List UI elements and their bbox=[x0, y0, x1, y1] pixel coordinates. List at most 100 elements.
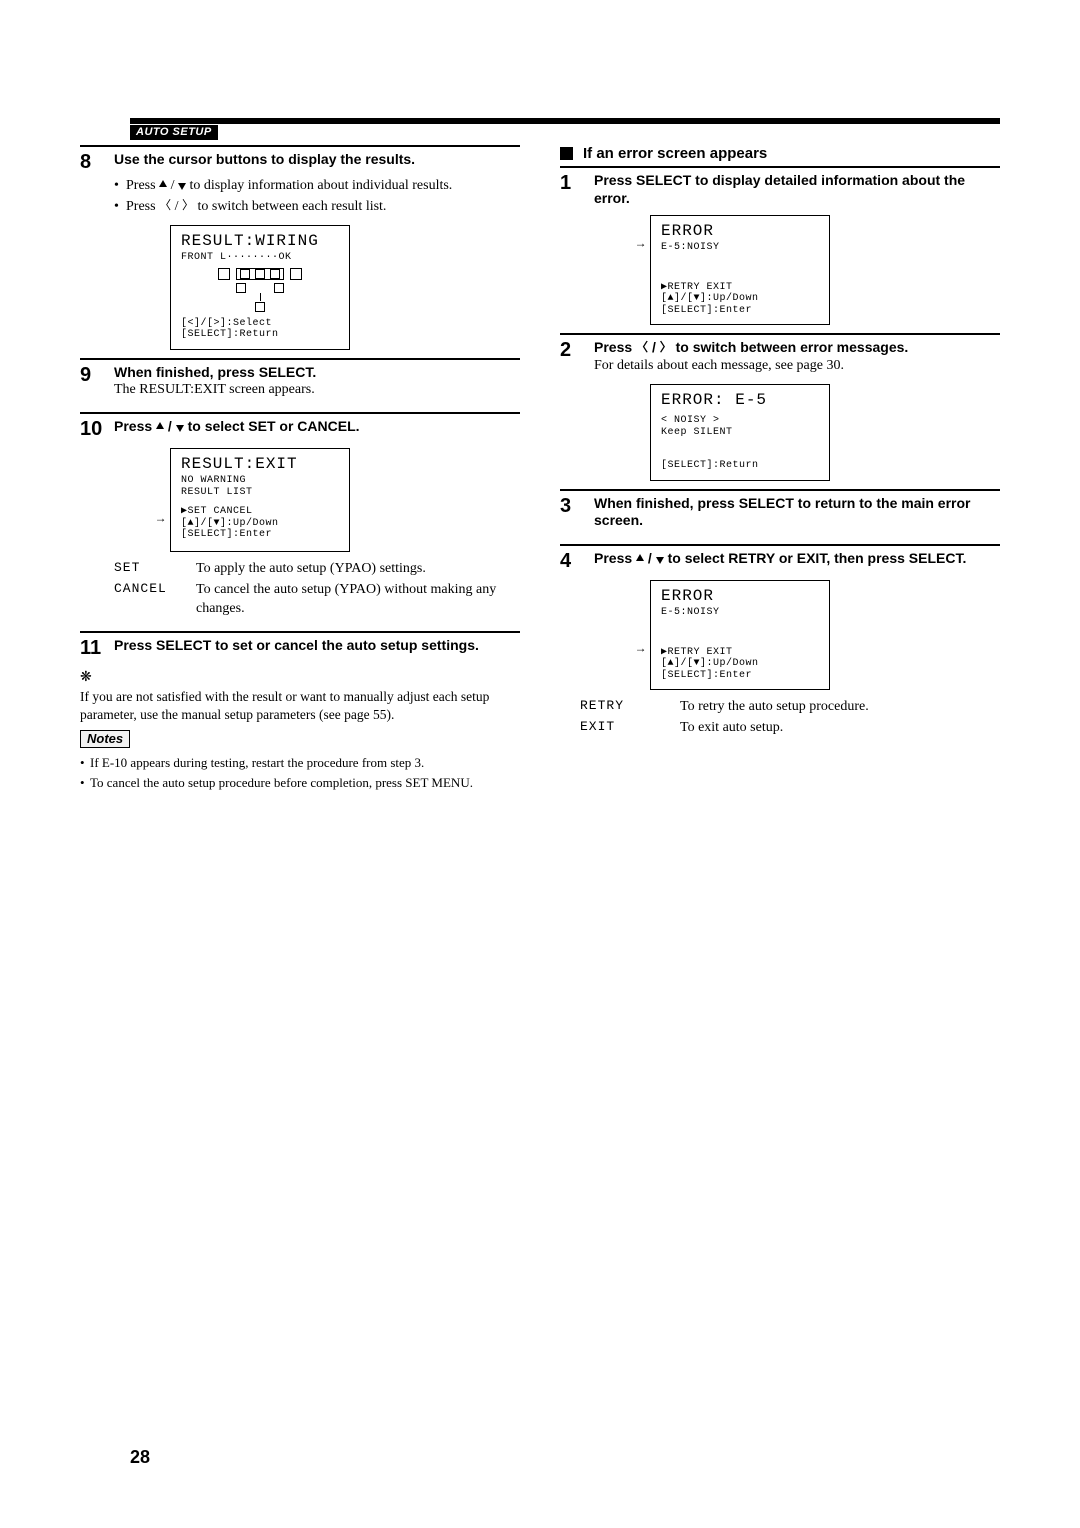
text: to select RETRY or EXIT, then press SELE… bbox=[664, 550, 967, 566]
screen-line: Keep SILENT bbox=[661, 427, 819, 439]
step-9: 9 When finished, press SELECT. The RESUL… bbox=[80, 364, 520, 400]
text: Press bbox=[114, 418, 156, 434]
step-rule bbox=[80, 631, 520, 633]
screen-footer: [SELECT]:Enter bbox=[181, 529, 339, 541]
step-title: Press / to select RETRY or EXIT, then pr… bbox=[594, 550, 966, 568]
page: AUTO SETUP 8 Use the cursor buttons to d… bbox=[0, 0, 1080, 1528]
pointer-arrow-icon: → bbox=[157, 513, 165, 527]
speaker-icon bbox=[274, 283, 284, 293]
speaker-icon bbox=[270, 269, 280, 279]
hint-text: If you are not satisfied with the result… bbox=[80, 688, 520, 724]
list-item: Press 〈 / 〉 to switch between each resul… bbox=[114, 198, 520, 217]
screen-result-exit: RESULT:EXIT NO WARNING RESULT LIST → ▶SE… bbox=[170, 448, 350, 552]
screen-line: < NOISY > bbox=[661, 415, 819, 427]
section-tag: AUTO SETUP bbox=[130, 125, 218, 140]
down-caret-icon bbox=[656, 557, 664, 564]
definitions: RETRY To retry the auto setup procedure.… bbox=[580, 698, 1000, 738]
text: / bbox=[644, 550, 656, 566]
screen-line: E-5:NOISY bbox=[661, 242, 819, 254]
text: Press bbox=[126, 199, 159, 214]
step-title: Use the cursor buttons to display the re… bbox=[114, 151, 415, 169]
screen-line: RESULT LIST bbox=[181, 487, 339, 499]
step-number: 11 bbox=[80, 637, 114, 659]
speaker-stem-icon bbox=[260, 293, 261, 301]
speaker-icon bbox=[240, 269, 250, 279]
step-rule bbox=[560, 166, 1000, 168]
step-number: 8 bbox=[80, 151, 114, 173]
term: CANCEL bbox=[114, 581, 196, 619]
text: / bbox=[171, 199, 182, 214]
screen-title: RESULT:WIRING bbox=[181, 232, 339, 250]
term: EXIT bbox=[580, 719, 680, 738]
text: / bbox=[164, 418, 176, 434]
up-caret-icon bbox=[636, 554, 644, 561]
term-desc: To apply the auto setup (YPAO) settings. bbox=[196, 560, 426, 579]
step-rule bbox=[80, 358, 520, 360]
step-body: Press / to display information about ind… bbox=[114, 177, 520, 217]
definitions: SET To apply the auto setup (YPAO) setti… bbox=[114, 560, 520, 619]
step-number: 1 bbox=[560, 172, 594, 194]
step-rule bbox=[560, 544, 1000, 546]
step-11: 11 Press SELECT to set or cancel the aut… bbox=[80, 637, 520, 659]
right-angle-icon: 〉 bbox=[182, 197, 194, 213]
screen-footer: [SELECT]:Enter bbox=[661, 670, 819, 682]
step-title: When finished, press SELECT to return to… bbox=[594, 495, 1000, 530]
definition-row: EXIT To exit auto setup. bbox=[580, 719, 1000, 738]
speaker-icon bbox=[290, 268, 302, 280]
speaker-diagram-row2 bbox=[181, 282, 339, 293]
error-step-1: 1 Press SELECT to display detailed infor… bbox=[560, 172, 1000, 207]
step-text: The RESULT:EXIT screen appears. bbox=[114, 381, 316, 400]
screen-line: E-5:NOISY bbox=[661, 607, 819, 619]
screen-title: ERROR bbox=[661, 587, 819, 605]
list-item: If E-10 appears during testing, restart … bbox=[80, 754, 520, 772]
step-rule bbox=[80, 412, 520, 414]
step-number: 2 bbox=[560, 339, 594, 361]
screen-error-2: ERROR E-5:NOISY → ▶RETRY EXIT [▲]/[▼]:Up… bbox=[650, 580, 830, 690]
screen-footer: [▲]/[▼]:Up/Down bbox=[661, 658, 819, 670]
definition-row: CANCEL To cancel the auto setup (YPAO) w… bbox=[114, 581, 520, 619]
step-rule bbox=[560, 333, 1000, 335]
list-item: To cancel the auto setup procedure befor… bbox=[80, 774, 520, 792]
text: to switch between each result list. bbox=[194, 199, 386, 214]
screen-line: FRONT L········OK bbox=[181, 252, 339, 264]
screen-footer: [▲]/[▼]:Up/Down bbox=[181, 518, 339, 530]
error-step-2: 2 Press 〈 / 〉 to switch between error me… bbox=[560, 339, 1000, 375]
square-bullet-icon bbox=[560, 147, 573, 160]
left-angle-icon: 〈 bbox=[159, 197, 171, 213]
screen-footer: [SELECT]:Enter bbox=[661, 305, 819, 317]
speaker-icon bbox=[218, 268, 230, 280]
step-8: 8 Use the cursor buttons to display the … bbox=[80, 151, 520, 173]
down-caret-icon bbox=[178, 183, 186, 190]
text: / bbox=[648, 339, 660, 355]
text: / bbox=[167, 178, 178, 193]
step-text: For details about each message, see page… bbox=[594, 357, 908, 376]
text: to display information about individual … bbox=[186, 178, 452, 193]
step-number: 3 bbox=[560, 495, 594, 517]
term: RETRY bbox=[580, 698, 680, 717]
hint-block: ❋ bbox=[80, 669, 520, 686]
pointer-arrow-icon: → bbox=[637, 643, 645, 657]
hint-icon: ❋ bbox=[80, 669, 92, 686]
left-column: 8 Use the cursor buttons to display the … bbox=[80, 145, 520, 793]
notes-list: If E-10 appears during testing, restart … bbox=[80, 754, 520, 791]
up-caret-icon bbox=[156, 422, 164, 429]
step-title: Press 〈 / 〉 to switch between error mess… bbox=[594, 339, 908, 357]
step-title: Press SELECT to display detailed informa… bbox=[594, 172, 1000, 207]
term-desc: To cancel the auto setup (YPAO) without … bbox=[196, 581, 520, 619]
down-caret-icon bbox=[176, 425, 184, 432]
step-number: 9 bbox=[80, 364, 114, 386]
term-desc: To exit auto setup. bbox=[680, 719, 783, 738]
screen-footer: [<]/[>]:Select bbox=[181, 318, 339, 330]
speaker-icon bbox=[255, 269, 265, 279]
screen-result-wiring: RESULT:WIRING FRONT L········OK bbox=[170, 225, 350, 350]
speaker-icon bbox=[255, 302, 265, 312]
term: SET bbox=[114, 560, 196, 579]
text: to select SET or CANCEL. bbox=[184, 418, 360, 434]
screen-line: ▶RETRY EXIT bbox=[661, 282, 819, 294]
subsection-heading: If an error screen appears bbox=[560, 145, 1000, 162]
heading-text: If an error screen appears bbox=[583, 145, 767, 162]
speaker-icon bbox=[236, 283, 246, 293]
definition-row: RETRY To retry the auto setup procedure. bbox=[580, 698, 1000, 717]
error-step-4: 4 Press / to select RETRY or EXIT, then … bbox=[560, 550, 1000, 572]
screen-error-1: ERROR → E-5:NOISY ▶RETRY EXIT [▲]/[▼]:Up… bbox=[650, 215, 830, 325]
